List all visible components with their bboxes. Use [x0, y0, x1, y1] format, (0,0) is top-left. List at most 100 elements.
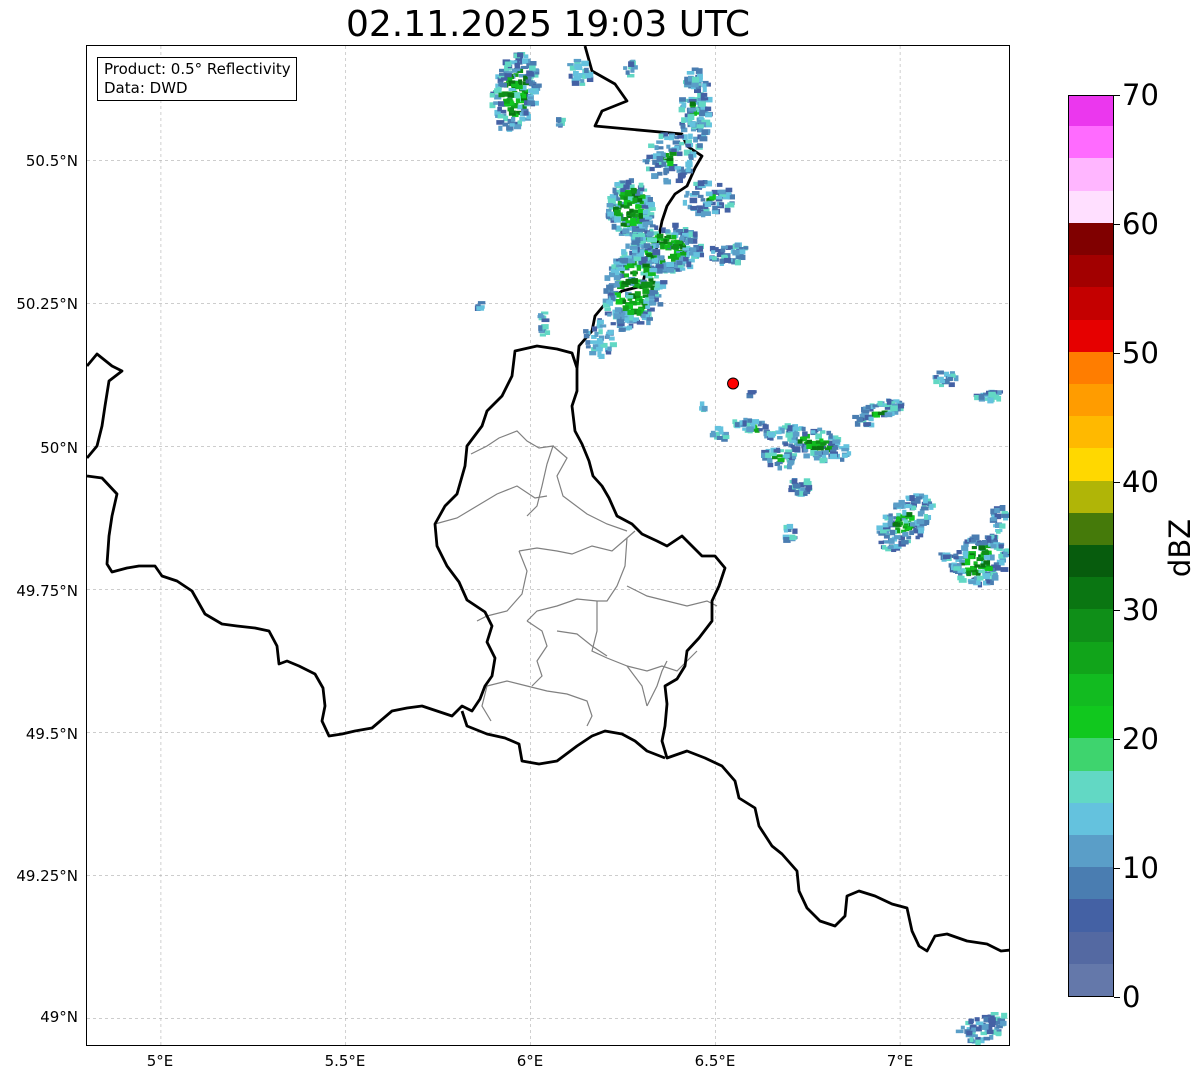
echo-cell [747, 390, 756, 395]
echo-cell [654, 257, 659, 264]
echo-cell [688, 133, 693, 140]
echo-cell [654, 225, 659, 231]
echo-cell [682, 199, 688, 206]
echo-cell [893, 535, 901, 540]
colorbar-segment [1069, 480, 1113, 513]
echo-cell [581, 60, 589, 67]
echo-cell [621, 249, 627, 255]
colorbar-tick-mark [1114, 739, 1120, 741]
echo-cell [968, 1019, 974, 1025]
echo-cell [824, 450, 829, 455]
echo-cell [783, 442, 789, 447]
echo-cell [688, 107, 697, 112]
colorbar-segment [1069, 802, 1113, 835]
echo-cell [678, 106, 686, 113]
echo-cell [656, 233, 664, 239]
echo-cell [652, 249, 661, 255]
colorbar [1068, 95, 1114, 997]
echo-cell [596, 340, 604, 345]
echo-cell [498, 81, 503, 87]
echo-cell [651, 173, 658, 180]
echo-cell [667, 161, 674, 167]
echo-cell [701, 211, 706, 218]
echo-cell [783, 453, 790, 458]
echo-cell [792, 426, 800, 431]
echo-cell [641, 281, 648, 286]
colorbar-segment [1069, 222, 1113, 256]
reflectivity-echoes [474, 52, 1009, 1045]
echo-cell [901, 540, 909, 545]
echo-cell [993, 573, 998, 577]
echo-cell [513, 124, 522, 130]
echo-cell [999, 505, 1006, 511]
echo-cell [820, 442, 827, 446]
colorbar-segment [1069, 383, 1113, 417]
echo-cell [882, 514, 888, 520]
echo-cell [712, 256, 717, 261]
echo-cell [621, 257, 628, 264]
echo-cell [777, 436, 783, 440]
echo-cell [990, 544, 997, 549]
echo-cell [705, 106, 712, 112]
echo-cell [656, 264, 664, 269]
echo-cell [805, 484, 813, 490]
map-canvas [87, 46, 1009, 1045]
echo-cell [541, 318, 550, 323]
echo-cell [699, 401, 705, 407]
echo-cell [498, 92, 505, 98]
echo-cell [583, 334, 590, 339]
echo-cell [690, 247, 697, 252]
echo-cell [573, 58, 582, 63]
echo-cell [983, 554, 990, 560]
echo-cell [614, 284, 620, 288]
echo-cell [777, 457, 785, 462]
colorbar-tick-label: 30 [1122, 593, 1159, 628]
echo-cell [697, 180, 705, 187]
echo-cell [826, 430, 832, 436]
echo-cell [672, 243, 680, 250]
echo-cell [679, 97, 686, 102]
echo-cell [627, 202, 633, 206]
echo-cell [721, 245, 728, 250]
echo-cell [803, 481, 812, 486]
echo-cell [981, 550, 990, 555]
radar-map[interactable] [86, 45, 1010, 1046]
echo-cell [489, 93, 495, 98]
echo-cell [498, 125, 503, 131]
echo-cell [568, 73, 573, 79]
echo-cell [607, 198, 616, 203]
echo-cell [627, 325, 633, 330]
colorbar-tick-mark [1114, 223, 1120, 225]
echo-cell [968, 580, 976, 585]
echo-cell [690, 101, 696, 106]
echo-cell [1003, 551, 1008, 558]
echo-cell [711, 250, 716, 254]
echo-cell [632, 270, 637, 277]
radar-site-marker[interactable] [727, 377, 740, 390]
echo-cell [680, 235, 685, 242]
echo-cell [666, 144, 671, 149]
echo-cell [732, 249, 740, 256]
echo-cell [816, 445, 824, 451]
echo-cell [947, 376, 954, 381]
colorbar-segment [1069, 544, 1113, 578]
echo-cell [538, 325, 543, 331]
echo-cell [615, 299, 623, 305]
colorbar-segment [1069, 641, 1113, 674]
echo-cell [691, 191, 700, 195]
echo-cell [716, 435, 723, 440]
echo-cell [810, 430, 816, 434]
echo-cell [509, 123, 515, 127]
echo-cell [890, 405, 898, 412]
echo-cell [622, 228, 630, 234]
echo-cell [497, 106, 502, 112]
echo-cell [697, 143, 703, 148]
echo-cell [893, 502, 901, 508]
echo-cell [747, 418, 753, 423]
echo-cell [966, 1030, 973, 1036]
echo-cell [497, 87, 502, 92]
echo-cell [800, 487, 806, 491]
echo-cell [787, 435, 792, 442]
colorbar-segment [1069, 157, 1113, 191]
colorbar-segment [1069, 190, 1113, 223]
